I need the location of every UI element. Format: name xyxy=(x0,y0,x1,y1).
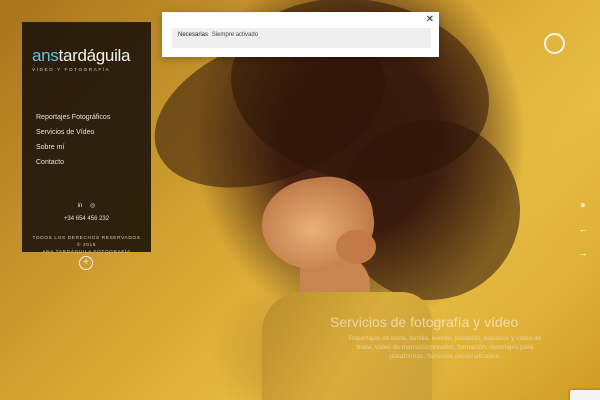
arrow-left-icon[interactable]: ← xyxy=(578,224,588,234)
close-icon[interactable]: ✕ xyxy=(426,14,434,25)
cookie-category-name: Necesarias xyxy=(178,32,209,38)
recaptcha-badge[interactable] xyxy=(570,390,600,400)
hero-description: Reportajes de boda, familia, evento, pro… xyxy=(348,335,542,360)
ear-shape xyxy=(336,230,376,264)
menu-item-contacto[interactable]: Contacto xyxy=(36,159,110,166)
pause-icon[interactable]: ⏸ xyxy=(578,200,588,211)
logo-wordmark: anstardáguila xyxy=(32,46,131,65)
legal-footer: TODOS LOS DERECHOS RESERVADOS © 2018 ANA… xyxy=(22,235,151,256)
circle-ring-icon[interactable] xyxy=(544,33,565,54)
phone-number[interactable]: +34 654 456 232 xyxy=(22,216,151,222)
instagram-icon[interactable]: ◎ xyxy=(90,202,95,209)
expand-plus-button[interactable]: + xyxy=(79,256,93,270)
main-menu: Reportajes Fotográficos Servicios de Víd… xyxy=(36,114,110,174)
cookie-consent-modal: ✕ Necesarias Siempre activado xyxy=(162,12,439,57)
sidebar: anstardáguila VÍDEO Y FOTOGRAFÍA Reporta… xyxy=(22,22,151,255)
site-logo[interactable]: anstardáguila VÍDEO Y FOTOGRAFÍA xyxy=(32,46,144,72)
menu-item-sobre-mi[interactable]: Sobre mí xyxy=(36,144,110,151)
menu-item-reportajes[interactable]: Reportajes Fotográficos xyxy=(36,114,110,121)
social-links: in ◎ xyxy=(22,202,151,209)
logo-tagline: VÍDEO Y FOTOGRAFÍA xyxy=(32,67,111,72)
rights-text: TODOS LOS DERECHOS RESERVADOS xyxy=(32,236,141,241)
menu-item-video[interactable]: Servicios de Vídeo xyxy=(36,129,110,136)
cookie-category-row[interactable]: Necesarias Siempre activado xyxy=(172,28,431,48)
company-name: ANA TARDÁGUILA FOTOGRAFÍA xyxy=(42,250,131,255)
arrow-right-icon[interactable]: → xyxy=(578,248,588,258)
cookie-category-status: Siempre activado xyxy=(211,32,259,38)
copyright-year: © 2018 xyxy=(76,243,97,248)
hero-title: Servicios de fotografía y vídeo xyxy=(330,314,519,330)
linkedin-icon[interactable]: in xyxy=(78,203,83,209)
